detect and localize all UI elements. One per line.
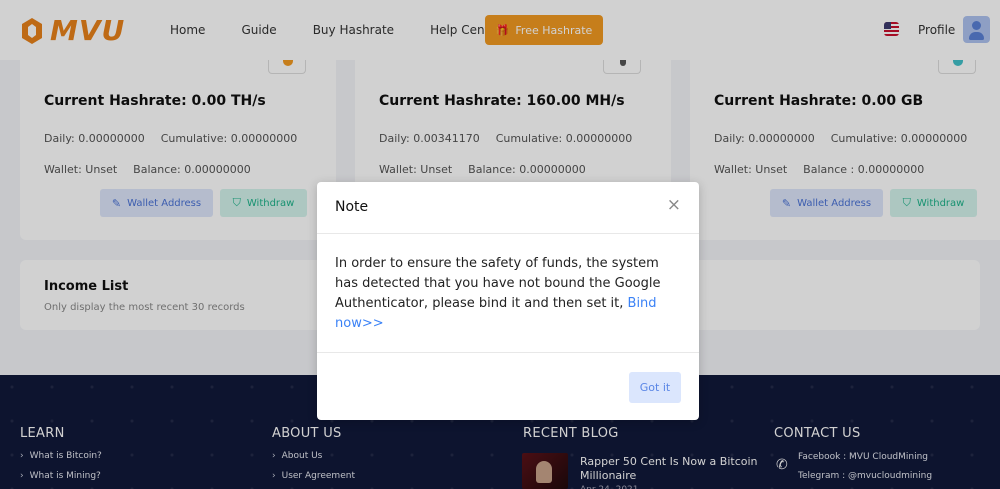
dialog-title: Note — [335, 199, 369, 215]
dialog-footer: Got it — [317, 352, 699, 420]
got-it-button[interactable]: Got it — [629, 372, 681, 403]
close-icon[interactable]: × — [667, 197, 681, 214]
dialog-message-text: In order to ensure the safety of funds, … — [335, 256, 661, 311]
dialog-header: Note × — [317, 182, 699, 234]
dialog-message: In order to ensure the safety of funds, … — [335, 254, 681, 334]
note-dialog: Note × In order to ensure the safety of … — [317, 182, 699, 420]
